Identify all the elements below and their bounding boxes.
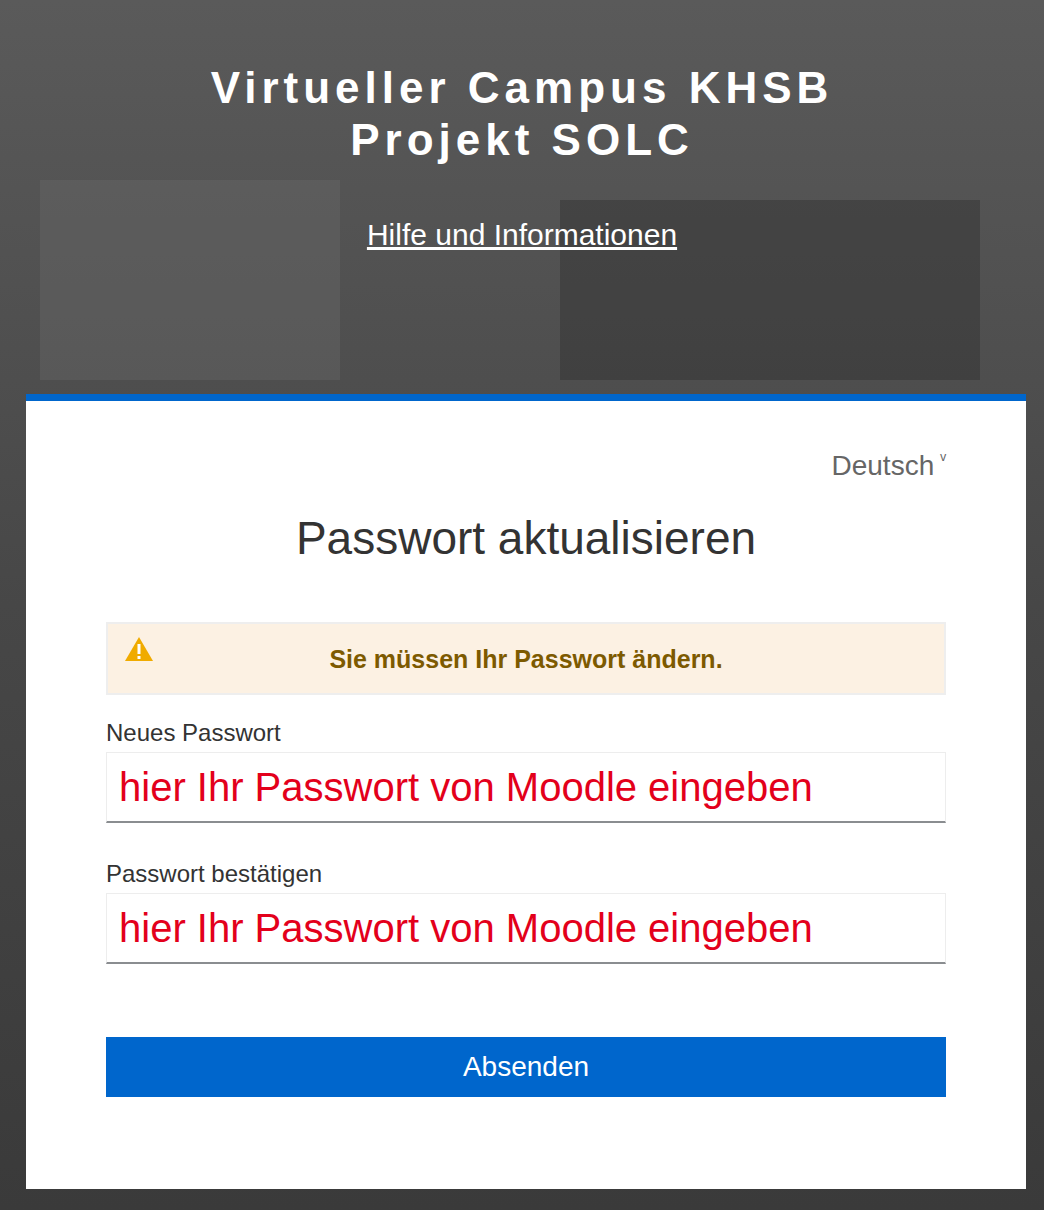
language-selector[interactable]: Deutsch ᵛ xyxy=(831,449,946,483)
warning-alert: Sie müssen Ihr Passwort ändern. xyxy=(106,622,946,695)
password-input[interactable] xyxy=(106,752,946,823)
password-field: Neues Passwort xyxy=(106,719,946,823)
password-field: Passwort bestätigen xyxy=(106,860,946,964)
caret-icon: ᵛ xyxy=(940,449,946,469)
login-card: Deutsch ᵛ Passwort aktualisieren Sie müs… xyxy=(26,394,1026,1189)
help-link[interactable]: Hilfe und Informationen xyxy=(367,217,677,253)
site-subtitle: Projekt SOLC xyxy=(350,114,694,166)
field-label: Passwort bestätigen xyxy=(106,860,946,888)
page-heading: Passwort aktualisieren xyxy=(106,511,946,565)
building-window-block xyxy=(40,180,340,380)
site-title: Virtueller Campus KHSB xyxy=(211,62,834,114)
warning-icon xyxy=(124,636,154,662)
page-background: Virtueller Campus KHSB Projekt SOLC Hilf… xyxy=(0,0,1044,1210)
password-input[interactable] xyxy=(106,893,946,964)
submit-button[interactable]: Absenden xyxy=(106,1037,946,1097)
field-label: Neues Passwort xyxy=(106,719,946,747)
